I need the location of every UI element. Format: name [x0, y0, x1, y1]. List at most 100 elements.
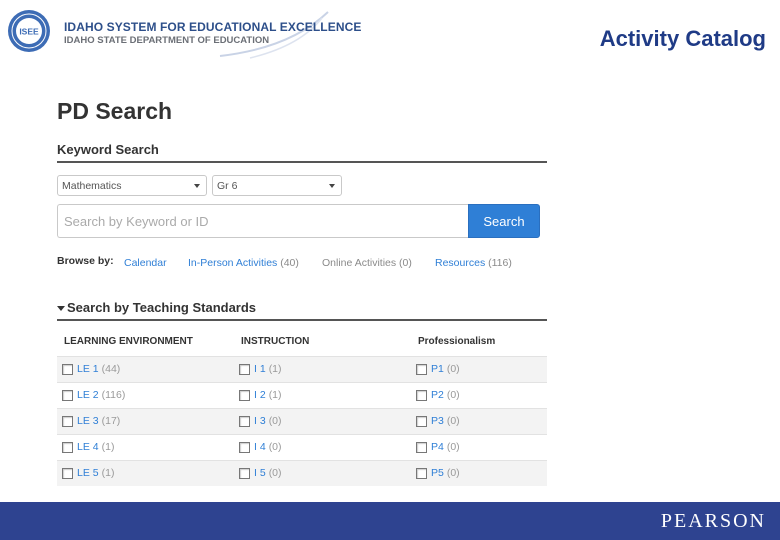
standard-checkbox[interactable]: [416, 415, 427, 427]
chevron-down-icon: [329, 184, 335, 188]
column-header-professionalism: Professionalism: [418, 336, 496, 348]
standard-checkbox[interactable]: [62, 415, 73, 427]
logo-subtitle: IDAHO STATE DEPARTMENT OF EDUCATION: [64, 35, 270, 46]
standard-checkbox[interactable]: [62, 363, 73, 375]
search-input-placeholder: Search by Keyword or ID: [64, 214, 209, 229]
standard-option[interactable]: I 3 (0): [239, 415, 411, 427]
table-row: LE 3 (17) I 3 (0) P3 (0): [57, 407, 547, 434]
standard-label: P4: [431, 441, 444, 453]
standard-option[interactable]: P4 (0): [416, 441, 547, 453]
standard-checkbox[interactable]: [416, 467, 427, 479]
standard-checkbox[interactable]: [239, 415, 250, 427]
standard-checkbox[interactable]: [62, 441, 73, 453]
browse-link-resources[interactable]: Resources (116): [435, 257, 512, 269]
standard-checkbox[interactable]: [239, 467, 250, 479]
column-header-learning-environment: LEARNING ENVIRONMENT: [64, 336, 193, 348]
standard-count: (1): [268, 363, 282, 375]
standard-option[interactable]: LE 3 (17): [62, 415, 234, 427]
table-cell: LE 4 (1): [57, 433, 234, 460]
standard-option[interactable]: LE 1 (44): [62, 363, 234, 375]
standard-checkbox[interactable]: [416, 441, 427, 453]
collapse-caret-icon[interactable]: [57, 305, 65, 311]
table-cell: I 4 (0): [234, 433, 411, 460]
standard-label: I 2: [254, 389, 266, 401]
standard-option[interactable]: I 1 (1): [239, 363, 411, 375]
standard-label: P2: [431, 389, 444, 401]
standard-checkbox[interactable]: [62, 389, 73, 401]
standard-option[interactable]: P2 (0): [416, 389, 547, 401]
table-row: LE 4 (1) I 4 (0) P4 (0): [57, 433, 547, 460]
standard-option[interactable]: P3 (0): [416, 415, 547, 427]
standard-count: (0): [446, 467, 460, 480]
browse-link-calendar[interactable]: Calendar: [124, 257, 167, 269]
resources-count: (116): [488, 257, 512, 269]
standard-checkbox[interactable]: [416, 363, 427, 375]
slide-title: Activity Catalog: [599, 26, 766, 51]
subject-select[interactable]: Mathematics: [57, 175, 207, 196]
table-cell: P3 (0): [411, 407, 547, 434]
slide-header: ISEE IDAHO SYSTEM FOR EDUCATIONAL EXCELL…: [0, 0, 780, 64]
standard-count: (0): [446, 389, 460, 401]
in-person-count: (40): [280, 257, 299, 269]
search-input[interactable]: Search by Keyword or ID: [57, 204, 469, 238]
standard-label: I 3: [254, 415, 266, 427]
standard-option[interactable]: I 4 (0): [239, 441, 411, 453]
standard-label: LE 3: [77, 415, 99, 427]
standard-label: P3: [431, 415, 444, 427]
table-header-row: LEARNING ENVIRONMENT INSTRUCTION Profess…: [57, 328, 547, 356]
standard-count: (0): [446, 363, 460, 375]
search-button[interactable]: Search: [468, 204, 540, 238]
standard-count: (17): [101, 415, 121, 427]
standard-label: LE 4: [77, 441, 99, 453]
logo-swoosh-graphic: [219, 11, 329, 59]
column-header-instruction: INSTRUCTION: [241, 336, 310, 348]
standard-label: I 1: [254, 363, 266, 375]
standard-count: (0): [268, 441, 282, 453]
standard-option[interactable]: I 5 (0): [239, 467, 411, 479]
standard-option[interactable]: P1 (0): [416, 363, 547, 375]
seal-text: ISEE: [19, 27, 39, 37]
table-cell: I 5 (0): [234, 459, 411, 486]
grade-select[interactable]: Gr 6: [212, 175, 342, 196]
standard-checkbox[interactable]: [239, 441, 250, 453]
standard-option[interactable]: LE 4 (1): [62, 441, 234, 453]
table-cell: I 1 (1): [234, 355, 411, 382]
standard-option[interactable]: LE 5 (1): [62, 467, 234, 479]
standard-checkbox[interactable]: [239, 363, 250, 375]
table-cell: LE 5 (1): [57, 459, 234, 486]
chevron-down-icon: [194, 184, 200, 188]
standard-label: I 4: [254, 441, 266, 453]
footer-bar: PEARSON: [0, 502, 780, 540]
teaching-standards-heading-label: Search by Teaching Standards: [67, 300, 257, 315]
online-count: (0): [399, 257, 412, 269]
browse-link-online-activities[interactable]: Online Activities (0): [322, 257, 412, 269]
teaching-standards-heading[interactable]: Search by Teaching Standards: [57, 300, 547, 321]
table-cell: P5 (0): [411, 459, 547, 486]
standard-label: LE 1: [77, 363, 99, 375]
isee-seal-logo: ISEE: [8, 10, 50, 52]
table-cell: I 2 (1): [234, 381, 411, 408]
standard-count: (0): [268, 467, 282, 480]
table-row: LE 1 (44) I 1 (1) P1 (0): [57, 355, 547, 382]
standard-label: I 5: [254, 467, 266, 480]
table-cell: P2 (0): [411, 381, 547, 408]
browse-by-label: Browse by:: [57, 255, 114, 267]
page-title: PD Search: [57, 98, 173, 124]
standard-checkbox[interactable]: [416, 389, 427, 401]
standard-count: (1): [101, 441, 115, 453]
standard-label: P5: [431, 467, 444, 480]
standard-checkbox[interactable]: [62, 467, 73, 479]
standard-option[interactable]: P5 (0): [416, 467, 547, 479]
standard-option[interactable]: LE 2 (116): [62, 389, 234, 401]
standard-checkbox[interactable]: [239, 389, 250, 401]
logo-title: IDAHO SYSTEM FOR EDUCATIONAL EXCELLENCE: [64, 20, 362, 34]
pearson-logo: PEARSON: [660, 510, 766, 532]
teaching-standards-table: LEARNING ENVIRONMENT INSTRUCTION Profess…: [57, 328, 547, 486]
standard-count: (1): [101, 467, 115, 480]
browse-link-in-person-activities[interactable]: In-Person Activities (40): [188, 257, 299, 269]
keyword-search-heading: Keyword Search: [57, 142, 547, 163]
standard-option[interactable]: I 2 (1): [239, 389, 411, 401]
standard-count: (0): [446, 415, 460, 427]
standard-count: (0): [268, 415, 282, 427]
table-cell: I 3 (0): [234, 407, 411, 434]
